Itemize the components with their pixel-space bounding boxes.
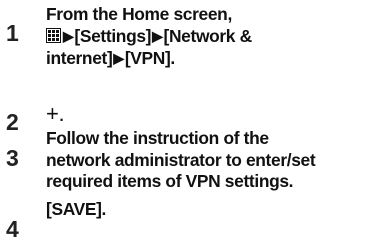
arrow-right-icon: ▶ xyxy=(113,50,124,66)
arrow-right-icon: ▶ xyxy=(152,27,163,44)
step-number: 1 xyxy=(6,20,19,46)
save-label: [SAVE]. xyxy=(46,199,107,219)
step-number: 3 xyxy=(6,145,19,171)
step-line: From the Home screen, xyxy=(46,4,232,24)
network-label: [Network & xyxy=(163,25,253,46)
plus-icon: + xyxy=(46,101,59,126)
step-text: [SAVE]. xyxy=(46,199,376,221)
settings-label: [Settings] xyxy=(74,25,152,46)
step-text: Follow the instruction of the network ad… xyxy=(46,128,376,193)
step-text: +. xyxy=(46,100,376,128)
step-line: Follow the instruction of the xyxy=(46,128,269,148)
step-number: 4 xyxy=(6,216,19,242)
internet-label: internet] xyxy=(46,48,113,68)
vpn-label: [VPN]. xyxy=(124,48,175,68)
arrow-right-icon: ▶ xyxy=(63,27,74,44)
step-line: . xyxy=(58,101,65,126)
step-line: required items of VPN settings. xyxy=(46,171,294,191)
step-line: network administrator to enter/set xyxy=(46,149,316,170)
step-number: 2 xyxy=(6,109,19,135)
step-text: From the Home screen, ▶[Settings]▶[Netwo… xyxy=(46,4,376,71)
instruction-steps: 1 From the Home screen, ▶[Settings]▶[Net… xyxy=(0,0,381,245)
apps-grid-icon xyxy=(46,27,61,43)
